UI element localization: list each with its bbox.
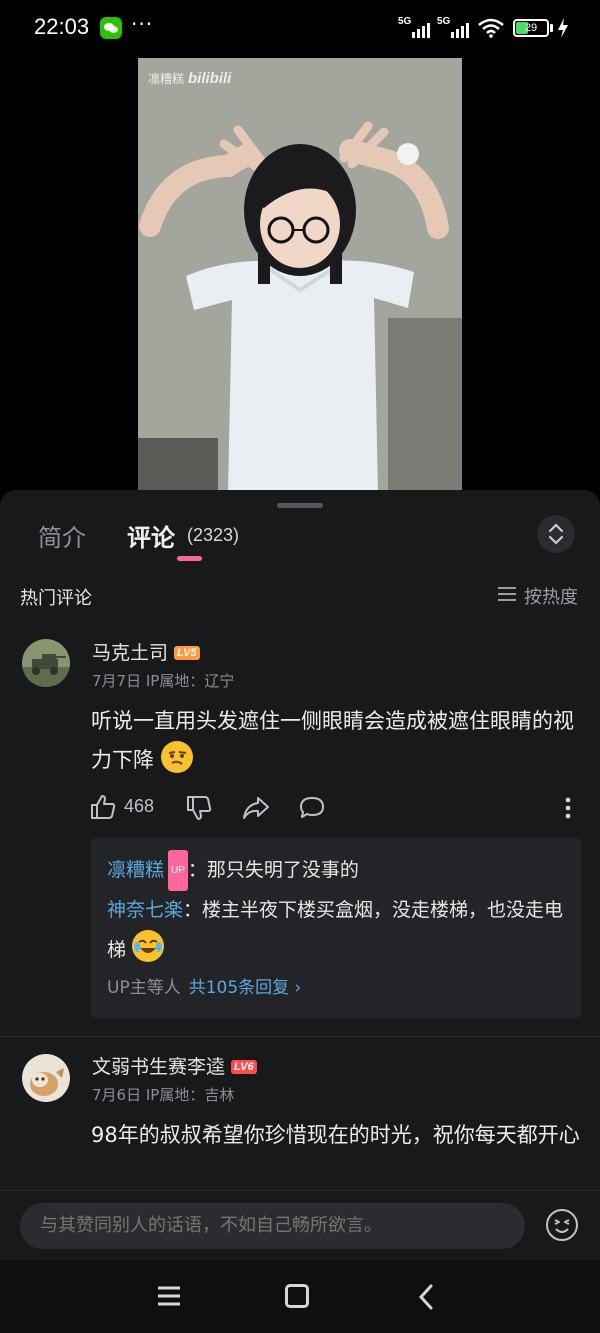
more-notifications-icon: ··· [131,12,154,36]
battery-icon: 29 [513,19,549,37]
tab-comments[interactable]: 评论 [127,518,175,553]
wechat-icon [100,17,122,39]
level-badge: LV5 [174,646,200,660]
reply-item: 凛糟糕 UP ：那只失明了没事的 [107,850,565,891]
back-icon[interactable] [416,1284,436,1310]
divider [0,1036,600,1037]
comment-text: 98年的叔叔希望你珍惜现在的时光，祝你每天都开心 [91,1123,580,1147]
comment-meta: 7月6日 IP属地：吉林 [92,1086,235,1104]
thinking-emoji-icon [160,741,193,773]
charging-icon [558,18,568,38]
reply-icon[interactable] [299,795,325,821]
home-icon[interactable] [285,1284,309,1308]
replies-preview[interactable]: 凛糟糕 UP ：那只失明了没事的 神奈七楽：楼主半夜下楼买盒烟，没走楼梯，也没走电梯… [91,838,581,1018]
level-badge: LV6 [231,1060,257,1074]
comment-username[interactable]: 文弱书生赛李逵 LV6 [92,1052,257,1079]
collapse-button[interactable] [537,515,575,553]
sort-button[interactable]: 按热度 [498,582,583,608]
comments-count: (2323) [187,525,240,545]
status-time: 22:03 [34,14,90,39]
avatar[interactable] [22,1054,70,1102]
sort-icon [498,587,516,601]
reply-footer: UP主等人 共105条回复 › [107,978,302,998]
like-count: 468 [124,796,155,816]
comment-username[interactable]: 马克土司 LV5 [92,638,200,665]
signal-icon: 5G [437,16,473,38]
video-thumbnail [138,58,462,492]
reply-username[interactable]: 神奈七楽 [107,899,183,921]
signal-icon: 5G [398,16,434,38]
section-title: 热门评论 [20,588,92,609]
video-player[interactable]: 凛糟糕 bilibili [0,56,600,496]
more-options-icon[interactable] [564,796,572,820]
recent-apps-icon[interactable] [157,1285,181,1307]
comment-actions: 468 [90,794,590,822]
dislike-icon[interactable] [186,795,212,821]
view-all-replies-link[interactable]: 共105条回复 › [189,978,302,998]
status-bar: 22:03 ··· 5G 5G 29 [0,0,600,56]
tab-intro[interactable]: 简介 [38,518,86,553]
comment-text: 听说一直用头发遮住一侧眼睛会造成被遮住眼睛的视力下降 [91,709,574,773]
reply-item: 神奈七楽：楼主半夜下楼买盒烟，没走楼梯，也没走电梯 [107,899,564,962]
up-badge: UP [168,850,188,891]
avatar[interactable] [22,639,70,687]
reply-username[interactable]: 凛糟糕 [107,859,164,881]
emoji-picker-icon[interactable] [545,1208,579,1242]
wifi-icon [478,18,504,38]
expand-collapse-icon [548,523,564,545]
system-nav-bar [0,1260,600,1333]
drag-handle[interactable] [277,503,323,508]
like-icon[interactable] [90,794,116,820]
comment-meta: 7月7日 IP属地：辽宁 [92,672,235,690]
comment-input[interactable] [20,1203,525,1249]
video-watermark: 凛糟糕 bilibili [148,70,232,87]
share-icon[interactable] [242,795,270,821]
comment-input-bar [0,1190,600,1260]
comments-panel: 简介 评论 (2323) 热门评论 按热度 马克土司 LV5 7月7日 IP属地… [0,490,600,1260]
active-tab-indicator [177,556,202,561]
laughing-crying-emoji-icon [132,930,165,962]
video-frame[interactable]: 凛糟糕 bilibili [138,58,462,492]
